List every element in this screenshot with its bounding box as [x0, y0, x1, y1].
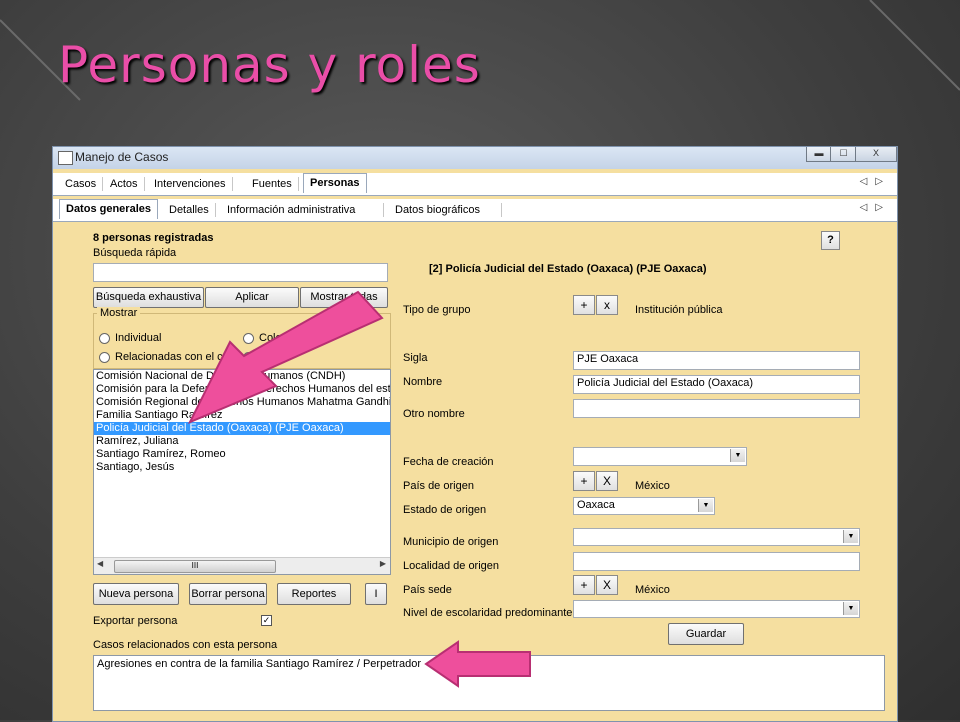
list-item[interactable]: Comisión Regional de Derechos Humanos Ma… [94, 396, 390, 409]
scroll-left-icon[interactable]: ◁ [860, 202, 876, 213]
list-item[interactable]: Santiago, Jesús [94, 461, 390, 474]
municipio-label: Municipio de origen [403, 536, 499, 548]
close-icon[interactable]: X [855, 147, 897, 162]
escolaridad-select[interactable]: ▼ [573, 600, 860, 618]
slide-title: Personas y roles [58, 36, 481, 94]
scroll-right-icon[interactable]: ▷ [875, 202, 891, 213]
scroll-right-icon[interactable]: ▶ [380, 559, 386, 568]
sigla-label: Sigla [403, 352, 428, 364]
scroll-right-icon[interactable]: ▷ [875, 176, 891, 187]
list-item[interactable]: Familia Santiago Ramírez [94, 409, 390, 422]
tab-detalles[interactable]: Detalles [163, 203, 216, 217]
delete-person-button[interactable]: Borrar persona [189, 583, 267, 605]
tab-scroll-arrows[interactable]: ◁▷ [860, 176, 891, 187]
tipo-grupo-remove-button[interactable]: x [596, 295, 618, 315]
estado-origen-select[interactable]: Oaxaca ▼ [573, 497, 715, 515]
dropdown-arrow-icon[interactable]: ▼ [843, 530, 858, 543]
quick-search-label: Búsqueda rápida [93, 247, 177, 259]
tab-actos[interactable]: Actos [104, 177, 145, 191]
localidad-input[interactable] [573, 552, 860, 571]
estado-origen-label: Estado de origen [403, 504, 487, 516]
list-item[interactable]: Comisión para la Defensa de los Derechos… [94, 383, 390, 396]
fecha-creacion-label: Fecha de creación [403, 456, 494, 468]
radio-colectiva[interactable] [243, 333, 254, 344]
localidad-label: Localidad de origen [403, 560, 500, 572]
tab-informacion-administrativa[interactable]: Información administrativa [221, 203, 384, 217]
exhaustive-search-button[interactable]: Búsqueda exhaustiva [93, 287, 204, 308]
main-tab-bar: Casos Actos Intervenciones Fuentes Perso… [53, 173, 897, 196]
pais-sede-remove-button[interactable]: X [596, 575, 618, 595]
radio-relacionadas-label: Relacionadas con el caso [115, 351, 241, 363]
tab-datos-biograficos[interactable]: Datos biográficos [389, 203, 502, 217]
app-window: Manejo de Casos ▬ ☐ X Casos Actos Interv… [52, 146, 898, 722]
new-person-button[interactable]: Nueva persona [93, 583, 179, 605]
estado-origen-value: Oaxaca [577, 499, 615, 511]
radio-todas[interactable] [243, 352, 254, 363]
dropdown-arrow-icon[interactable]: ▼ [730, 449, 745, 462]
tab-intervenciones[interactable]: Intervenciones [148, 177, 233, 191]
export-person-checkbox[interactable]: ✓ [261, 615, 272, 626]
export-person-label: Exportar persona [93, 615, 178, 627]
persons-listbox[interactable]: Comisión Nacional de Derechos Humanos (C… [93, 369, 391, 575]
title-bar: Manejo de Casos ▬ ☐ X [53, 147, 897, 169]
list-item-selected[interactable]: Policía Judicial del Estado (Oaxaca) (PJ… [94, 422, 390, 435]
tab-personas[interactable]: Personas [303, 173, 367, 193]
pais-sede-label: País sede [403, 584, 452, 596]
sub-tab-bar: Datos generales Detalles Información adm… [53, 199, 897, 222]
dropdown-arrow-icon[interactable]: ▼ [843, 602, 858, 615]
show-filter-legend: Mostrar [97, 307, 141, 319]
scroll-left-icon[interactable]: ◀ [97, 559, 103, 568]
maximize-icon[interactable]: ☐ [830, 147, 857, 162]
pais-origen-add-button[interactable]: + [573, 471, 595, 491]
tab-casos[interactable]: Casos [59, 177, 104, 191]
person-count: 8 personas registradas [93, 232, 214, 244]
info-button[interactable]: I [365, 583, 387, 605]
pais-origen-value: México [635, 480, 670, 492]
reports-button[interactable]: Reportes [277, 583, 351, 605]
otro-nombre-label: Otro nombre [403, 408, 465, 420]
horizontal-scrollbar[interactable]: ◀ III ▶ [94, 557, 390, 574]
radio-individual-label: Individual [115, 332, 162, 344]
pais-origen-label: País de origen [403, 480, 474, 492]
tab-fuentes[interactable]: Fuentes [246, 177, 299, 191]
list-item[interactable]: Comisión Nacional de Derechos Humanos (C… [94, 370, 390, 383]
pais-sede-add-button[interactable]: + [573, 575, 595, 595]
radio-relacionadas[interactable] [99, 352, 110, 363]
nombre-input[interactable]: Policía Judicial del Estado (Oaxaca) [573, 375, 860, 394]
nombre-label: Nombre [403, 376, 443, 388]
show-all-button[interactable]: Mostrar todas [300, 287, 388, 308]
person-header: [2] Policía Judicial del Estado (Oaxaca)… [429, 263, 707, 275]
pais-origen-remove-button[interactable]: X [596, 471, 618, 491]
help-button[interactable]: ? [821, 231, 840, 250]
sigla-input[interactable]: PJE Oaxaca [573, 351, 860, 370]
tab-datos-generales[interactable]: Datos generales [59, 199, 158, 219]
minimize-icon[interactable]: ▬ [806, 147, 832, 162]
related-cases-label: Casos relacionados con esta persona [93, 639, 278, 651]
scroll-thumb[interactable]: III [114, 560, 276, 573]
quick-search-input[interactable] [93, 263, 388, 282]
save-button[interactable]: Guardar [668, 623, 744, 645]
radio-colectiva-label: Colec [259, 332, 288, 344]
fecha-creacion-select[interactable]: ▼ [573, 447, 747, 466]
app-icon [58, 151, 73, 165]
tipo-grupo-value: Institución pública [635, 304, 723, 316]
tipo-grupo-label: Tipo de grupo [403, 304, 471, 316]
radio-individual[interactable] [99, 333, 110, 344]
pais-sede-value: México [635, 584, 670, 596]
escolaridad-label: Nivel de escolaridad predominante [403, 607, 573, 619]
otro-nombre-input[interactable] [573, 399, 860, 418]
window-title: Manejo de Casos [75, 150, 169, 164]
dropdown-arrow-icon[interactable]: ▼ [698, 499, 713, 512]
tipo-grupo-add-button[interactable]: + [573, 295, 595, 315]
scroll-left-icon[interactable]: ◁ [860, 176, 876, 187]
municipio-select[interactable]: ▼ [573, 528, 860, 546]
related-cases-box[interactable]: Agresiones en contra de la familia Santi… [93, 655, 885, 711]
subtab-scroll-arrows[interactable]: ◁▷ [860, 202, 891, 213]
list-item[interactable]: Santiago Ramírez, Romeo [94, 448, 390, 461]
apply-button[interactable]: Aplicar [205, 287, 299, 308]
list-item[interactable]: Ramírez, Juliana [94, 435, 390, 448]
